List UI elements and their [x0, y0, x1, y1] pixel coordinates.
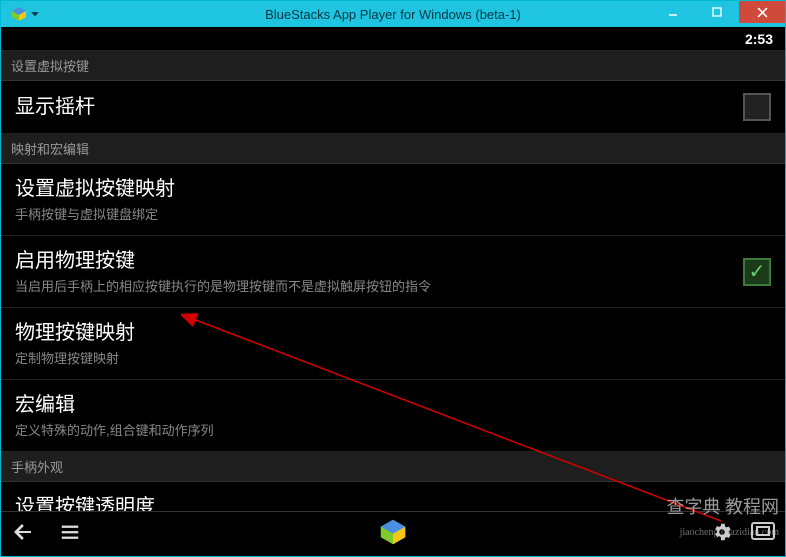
row-title: 显示摇杆 [15, 94, 743, 120]
back-icon[interactable] [11, 520, 35, 549]
row-sub: 定义特殊的动作,组合键和动作序列 [15, 420, 771, 439]
row-opacity[interactable]: 设置按键透明度 [1, 482, 785, 511]
row-macro-edit[interactable]: 宏编辑 定义特殊的动作,组合键和动作序列 [1, 380, 785, 452]
row-title: 宏编辑 [15, 392, 771, 418]
minimize-button[interactable] [651, 1, 695, 23]
row-title: 启用物理按键 [15, 248, 743, 274]
window-titlebar: BlueStacks App Player for Windows (beta-… [1, 1, 785, 27]
home-icon[interactable] [379, 533, 407, 550]
screen-header: 设置虚拟按键 [1, 51, 785, 81]
settings-content: 设置虚拟按键 显示摇杆 映射和宏编辑 设置虚拟按键映射 手柄按键与虚拟键盘绑定 … [1, 51, 785, 511]
row-title: 设置虚拟按键映射 [15, 176, 771, 202]
bluestacks-logo-icon [11, 6, 27, 22]
close-button[interactable] [739, 1, 785, 23]
row-show-joystick[interactable]: 显示摇杆 [1, 81, 785, 134]
dropdown-icon[interactable] [30, 6, 40, 22]
row-sub: 当启用后手柄上的相应按键执行的是物理按键而不是虚拟触屏按钮的指令 [15, 276, 743, 295]
show-joystick-checkbox[interactable] [743, 93, 771, 121]
row-sub: 手柄按键与虚拟键盘绑定 [15, 204, 771, 223]
settings-icon[interactable] [711, 521, 733, 548]
section-mapping: 映射和宏编辑 [1, 134, 785, 164]
bottom-nav [1, 511, 785, 556]
row-virtual-mapping[interactable]: 设置虚拟按键映射 手柄按键与虚拟键盘绑定 [1, 164, 785, 236]
status-bar: 2:53 [1, 27, 785, 51]
enable-physical-checkbox[interactable]: ✓ [743, 258, 771, 286]
row-title: 设置按键透明度 [15, 494, 771, 511]
menu-icon[interactable] [59, 521, 81, 548]
fullscreen-icon[interactable] [751, 522, 775, 547]
clock: 2:53 [745, 31, 773, 47]
row-physical-mapping[interactable]: 物理按键映射 定制物理按键映射 [1, 308, 785, 380]
row-enable-physical[interactable]: 启用物理按键 当启用后手柄上的相应按键执行的是物理按键而不是虚拟触屏按钮的指令 … [1, 236, 785, 308]
maximize-button[interactable] [695, 1, 739, 23]
row-sub: 定制物理按键映射 [15, 348, 771, 367]
section-appearance: 手柄外观 [1, 452, 785, 482]
row-title: 物理按键映射 [15, 320, 771, 346]
